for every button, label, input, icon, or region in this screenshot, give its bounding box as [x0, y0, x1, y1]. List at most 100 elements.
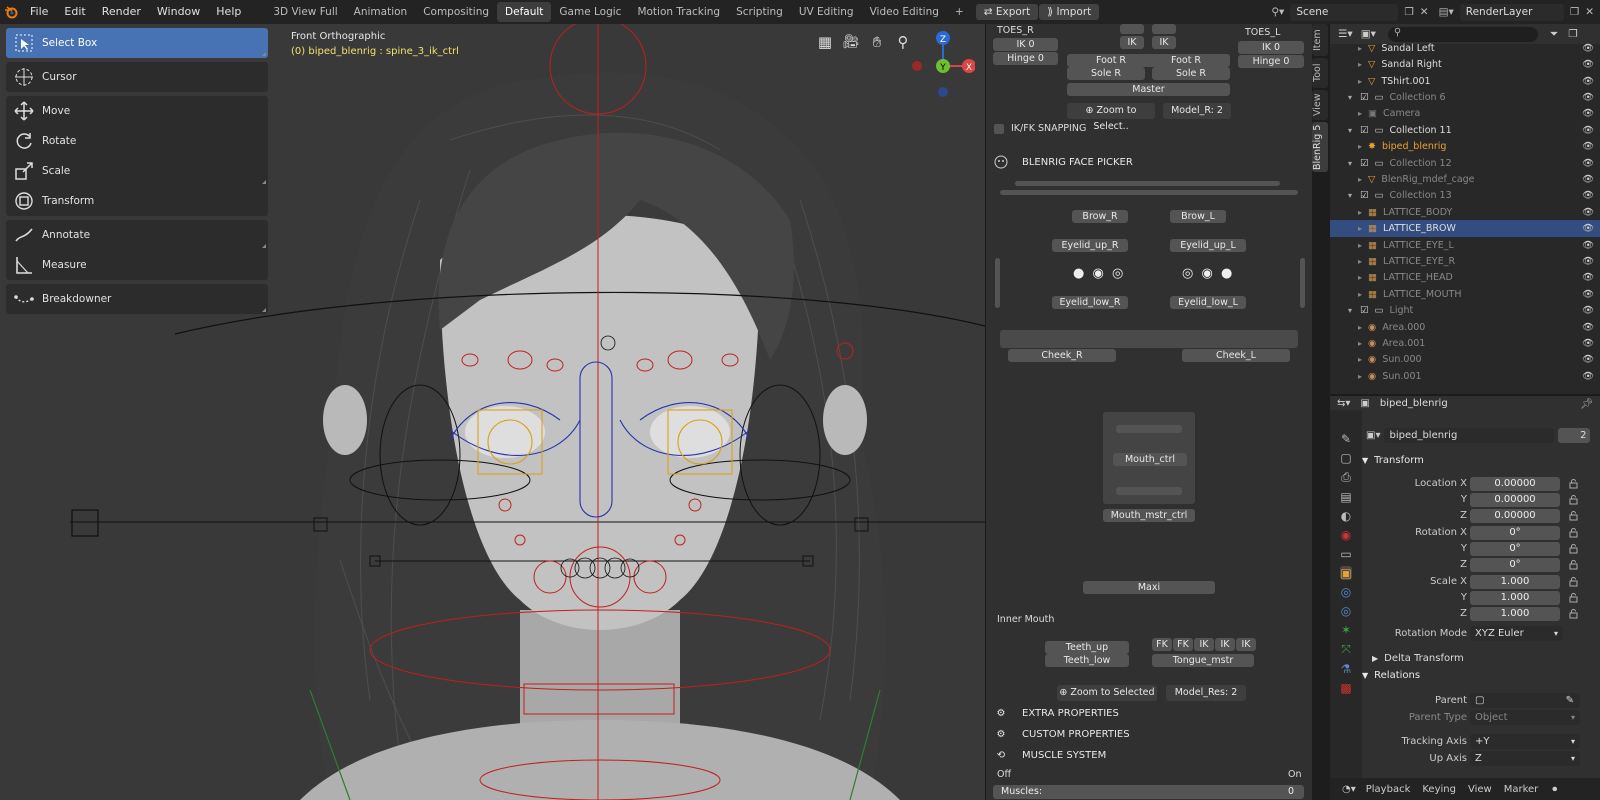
expand-arrow-icon[interactable]: ▸: [1358, 142, 1362, 151]
location-x-field[interactable]: 0.00000: [1470, 477, 1560, 491]
workspace-tab-default[interactable]: Default: [497, 2, 552, 22]
tongue-fk-2-button[interactable]: FK: [1173, 638, 1193, 651]
outliner-object-row[interactable]: ▸ ▦ LATTICE_EYE_R 👁︎: [1330, 253, 1600, 270]
playback-menu[interactable]: Playback: [1366, 784, 1411, 795]
menu-edit[interactable]: Edit: [56, 1, 93, 23]
camera-view-icon[interactable]: 🎥︎: [841, 32, 861, 52]
expand-arrow-icon[interactable]: ▸: [1358, 323, 1362, 332]
teeth-up-button[interactable]: Teeth_up: [1045, 641, 1129, 654]
new-scene-icon[interactable]: ❐: [1404, 6, 1413, 18]
tool-settings-tab-icon[interactable]: ✎: [1341, 432, 1351, 446]
visibility-eye-icon[interactable]: 👁︎: [1582, 141, 1594, 152]
outliner-object-row[interactable]: ▸ ◉ Area.000 👁︎: [1330, 319, 1600, 336]
outliner-collection-row[interactable]: ▾ ☑ ▭ Collection 12 👁︎: [1330, 155, 1600, 172]
transform-panel-header[interactable]: ▼ Transform: [1362, 455, 1424, 466]
rotation-y-field[interactable]: 0°: [1470, 542, 1560, 556]
record-icon[interactable]: ⏺: [1552, 784, 1557, 795]
collection-checkbox-icon[interactable]: ☑: [1360, 92, 1369, 103]
display-mode-icon[interactable]: ☰▾: [1338, 28, 1353, 40]
view-layer-selector[interactable]: RenderLayer: [1459, 3, 1564, 21]
visibility-eye-icon[interactable]: 👁︎: [1582, 108, 1594, 119]
visibility-eye-icon[interactable]: 👁︎: [1582, 322, 1594, 333]
render-tab-icon[interactable]: ▢: [1340, 451, 1351, 465]
menu-help[interactable]: Help: [208, 1, 249, 23]
expand-arrow-icon[interactable]: ▸: [1358, 290, 1362, 299]
workspace-tab-uv-editing[interactable]: UV Editing: [791, 2, 862, 22]
menu-window[interactable]: Window: [149, 1, 208, 23]
forehead-bar-top[interactable]: [1015, 181, 1280, 186]
view-menu[interactable]: View: [1468, 784, 1492, 795]
collection-tab-icon[interactable]: ▭: [1340, 547, 1351, 561]
visibility-eye-icon[interactable]: 👁︎: [1582, 158, 1594, 169]
view-layer-tab-icon[interactable]: ▤: [1340, 490, 1351, 504]
expand-arrow-icon[interactable]: ▸: [1358, 77, 1362, 86]
output-tab-icon[interactable]: ⎙: [1341, 470, 1351, 485]
lock-scale-z-icon[interactable]: [1566, 607, 1580, 621]
outliner-collection-row[interactable]: ▾ ☑ ▭ Light 👁︎: [1330, 302, 1600, 319]
outliner-object-row[interactable]: ▸ ▦ LATTICE_EYE_L 👁︎: [1330, 237, 1600, 254]
expand-arrow-icon[interactable]: ▸: [1358, 273, 1362, 282]
expand-arrow-icon[interactable]: ▾: [1348, 306, 1352, 315]
visibility-eye-icon[interactable]: 👁︎: [1582, 76, 1594, 87]
expand-arrow-icon[interactable]: ▸: [1358, 44, 1362, 53]
eyelid-low-r-button[interactable]: Eyelid_low_R: [1052, 296, 1128, 309]
workspace-tab-game-logic[interactable]: Game Logic: [551, 2, 629, 22]
workspace-tab-compositing[interactable]: Compositing: [415, 2, 497, 22]
toggle-camera-grid-icon[interactable]: ▦: [815, 32, 835, 52]
visibility-eye-icon[interactable]: 👁︎: [1582, 207, 1594, 218]
new-collection-icon[interactable]: ❐: [1568, 28, 1577, 40]
extra-properties-header[interactable]: ⚙ EXTRA PROPERTIES: [994, 706, 1119, 720]
outliner-object-row[interactable]: ▸ ◉ Sun.000 👁︎: [1330, 352, 1600, 369]
eye-r-controls[interactable]: ● ◉ ◎: [1073, 266, 1125, 281]
visibility-eye-icon[interactable]: 👁︎: [1582, 305, 1594, 316]
visibility-eye-icon[interactable]: 👁︎: [1582, 338, 1594, 349]
visibility-eye-icon[interactable]: 👁︎: [1582, 289, 1594, 300]
rotation-x-field[interactable]: 0°: [1470, 526, 1560, 540]
menu-file[interactable]: File: [22, 1, 56, 23]
tab-blenrig-5[interactable]: BlenRig 5: [1312, 122, 1328, 172]
visibility-eye-icon[interactable]: 👁︎: [1582, 272, 1594, 283]
tool-scale[interactable]: Scale: [6, 156, 268, 186]
texture-tab-icon[interactable]: ▩: [1340, 681, 1351, 695]
blender-logo-icon[interactable]: [0, 1, 22, 23]
object-users-count[interactable]: 2: [1558, 427, 1591, 443]
editor-type-icon[interactable]: ⇆▾: [1337, 398, 1350, 409]
add-workspace-button[interactable]: +: [947, 2, 972, 22]
visibility-eye-icon[interactable]: 👁︎: [1582, 125, 1594, 136]
face-right-scroll[interactable]: [1300, 258, 1305, 308]
expand-arrow-icon[interactable]: ▸: [1358, 109, 1362, 118]
tool-select-box[interactable]: Select Box: [6, 28, 268, 58]
face-picker-header[interactable]: BLENRIG FACE PICKER: [994, 155, 1133, 169]
navigation-gizmo[interactable]: Z Y X: [905, 28, 975, 98]
tongue-mstr-button[interactable]: Tongue_mstr: [1152, 654, 1254, 667]
sole-r-right-button[interactable]: Sole R: [1152, 67, 1230, 80]
cheek-r-button[interactable]: Cheek_R: [1008, 349, 1116, 362]
hinge-0-left-button[interactable]: Hinge 0: [993, 52, 1058, 65]
outliner-collection-row[interactable]: ▾ ☑ ▭ Collection 11 👁︎: [1330, 122, 1600, 139]
ik-a-button[interactable]: IK: [1120, 36, 1144, 49]
collection-checkbox-icon[interactable]: ☑: [1360, 305, 1369, 316]
constraints-tab-icon[interactable]: ⤧: [1341, 642, 1351, 657]
outliner-object-row[interactable]: ▸ ▽ TShirt.001 👁︎: [1330, 73, 1600, 90]
tool-breakdowner[interactable]: Breakdowner: [6, 284, 268, 314]
hinge-0-right-button[interactable]: Hinge 0: [1238, 55, 1304, 68]
filter-funnel-icon[interactable]: ⏷: [1550, 28, 1558, 41]
collection-checkbox-icon[interactable]: ☑: [1360, 190, 1369, 201]
visibility-eye-icon[interactable]: 👁︎: [1582, 174, 1594, 185]
custom-properties-header[interactable]: ⚙ CUSTOM PROPERTIES: [994, 727, 1130, 741]
visibility-eye-icon[interactable]: 👁︎: [1582, 190, 1594, 201]
ikfk-snapping-checkbox[interactable]: [994, 124, 1004, 134]
foot-r-right-button[interactable]: Foot R: [1142, 54, 1230, 67]
location-y-field[interactable]: 0.00000: [1470, 493, 1560, 507]
lock-location-y-icon[interactable]: [1566, 493, 1580, 507]
outliner-object-row[interactable]: ▸ ✸ biped_blenrig 👁︎: [1330, 138, 1600, 155]
brow-r-button[interactable]: Brow_R: [1072, 210, 1128, 223]
outliner-object-row[interactable]: ▸ ▦ LATTICE_BODY 👁︎: [1330, 204, 1600, 221]
teeth-low-button[interactable]: Teeth_low: [1045, 654, 1129, 667]
ik-0-left-button[interactable]: IK 0: [993, 38, 1058, 51]
rotation-mode-select[interactable]: XYZ Euler ▾: [1470, 626, 1563, 641]
outliner-object-row[interactable]: ▸ ▦ LATTICE_BROW 👁︎: [1330, 220, 1600, 237]
outliner-object-row[interactable]: ▸ ▽ Sandal Left 👁︎: [1330, 40, 1600, 57]
maxi-button[interactable]: Maxi: [1083, 581, 1215, 594]
physics-tab-icon[interactable]: ✶: [1341, 623, 1351, 637]
